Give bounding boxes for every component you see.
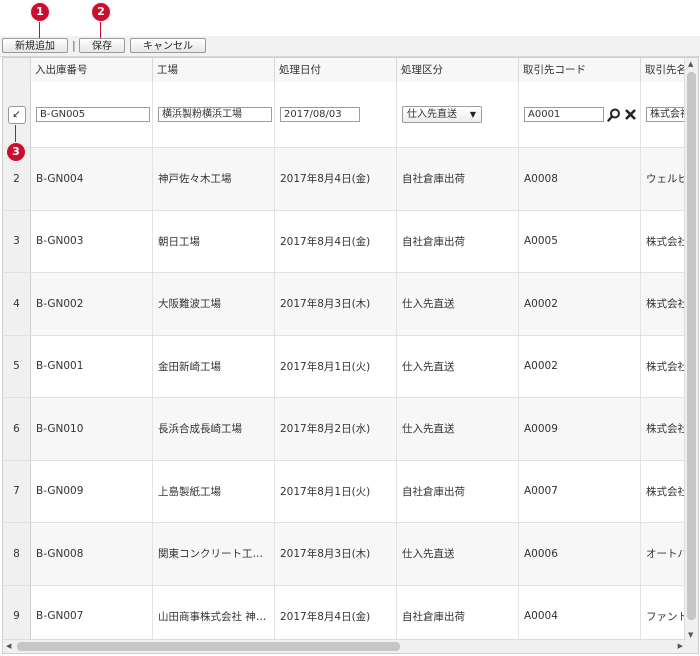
grid-header: 入出庫番号 工場 処理日付 処理区分 取引先コード 取引先名	[3, 58, 698, 83]
kubun-cell: 自社倉庫出荷	[397, 460, 519, 522]
row-number: 4	[3, 273, 31, 335]
date-cell: 2017年8月4日(金)	[275, 148, 397, 210]
code-cell: A0007	[519, 460, 641, 522]
row-number: 7	[3, 460, 31, 522]
factory-cell: 金田新崎工場	[153, 335, 275, 397]
chevron-down-icon: ▼	[469, 110, 476, 119]
number-cell: B-GN010	[31, 398, 153, 460]
kubun-select[interactable]: 仕入先直送 ▼	[402, 106, 482, 123]
date-cell: 2017年8月4日(金)	[275, 585, 397, 647]
table-row[interactable]: 4 B-GN002 大阪難波工場 2017年8月3日(木) 仕入先直送 A0002 株式会社	[3, 273, 698, 336]
edit-code-cell: A0001	[519, 82, 641, 147]
toolbar: 新規追加 | 保存 キャンセル	[0, 36, 700, 57]
code-cell: A0006	[519, 523, 641, 585]
factory-cell: 神戸佐々木工場	[153, 148, 275, 210]
row-number: 6	[3, 398, 31, 460]
number-cell: B-GN008	[31, 523, 153, 585]
factory-cell: 長浜合成長崎工場	[153, 398, 275, 460]
edit-row: ↙ B-GN005 横浜製粉横浜工場 2017/08/03 仕入先直送 ▼ A0…	[3, 82, 698, 148]
factory-cell: 関東コンクリート工…	[153, 523, 275, 585]
row-number: 9	[3, 585, 31, 647]
edit-kubun-cell: 仕入先直送 ▼	[397, 82, 519, 147]
row-number: 8	[3, 523, 31, 585]
date-cell: 2017年8月3日(木)	[275, 523, 397, 585]
factory-cell: 朝日工場	[153, 210, 275, 272]
number-input[interactable]: B-GN005	[36, 107, 150, 122]
callout-1: 1	[30, 2, 50, 22]
edit-factory-cell: 横浜製粉横浜工場	[153, 82, 275, 147]
horizontal-scrollbar[interactable]: ◀ ▶	[3, 639, 686, 653]
table-row[interactable]: 5 B-GN001 金田新崎工場 2017年8月1日(火) 仕入先直送 A0002 株式会社	[3, 335, 698, 398]
factory-cell: 上島製紙工場	[153, 460, 275, 522]
table-row[interactable]: 8 B-GN008 関東コンクリート工… 2017年8月3日(木) 仕入先直送 A0006…	[3, 523, 698, 586]
table-row[interactable]: 2 B-GN004 神戸佐々木工場 2017年8月4日(金) 自社倉庫出荷 A0008 ウェ…	[3, 148, 698, 211]
kubun-select-value: 仕入先直送	[407, 109, 457, 120]
scroll-left-icon[interactable]: ◀	[6, 642, 11, 650]
date-cell: 2017年8月1日(火)	[275, 335, 397, 397]
edit-number-cell: B-GN005	[31, 82, 153, 147]
header-date[interactable]: 処理日付	[275, 58, 397, 82]
data-grid: 入出庫番号 工場 処理日付 処理区分 取引先コード 取引先名 ↙ B-GN005…	[2, 57, 699, 654]
callout-1-line	[39, 22, 40, 38]
callout-3: 3	[6, 142, 26, 162]
scroll-up-icon[interactable]: ▲	[688, 60, 693, 68]
header-number[interactable]: 入出庫番号	[31, 58, 153, 82]
search-icon[interactable]	[607, 108, 621, 122]
kubun-cell: 仕入先直送	[397, 335, 519, 397]
row-number: 5	[3, 335, 31, 397]
date-cell: 2017年8月3日(木)	[275, 273, 397, 335]
callout-2-line	[100, 22, 101, 38]
header-factory[interactable]: 工場	[153, 58, 275, 82]
table-row[interactable]: 6 B-GN010 長浜合成長崎工場 2017年8月2日(水) 仕入先直送 A0009 株式…	[3, 398, 698, 461]
code-cell: A0002	[519, 273, 641, 335]
factory-cell: 大阪難波工場	[153, 273, 275, 335]
code-input[interactable]: A0001	[524, 107, 604, 122]
row-number: 3	[3, 210, 31, 272]
number-cell: B-GN009	[31, 460, 153, 522]
header-kubun[interactable]: 処理区分	[397, 58, 519, 82]
kubun-cell: 自社倉庫出荷	[397, 585, 519, 647]
callout-2: 2	[91, 2, 111, 22]
scroll-down-icon[interactable]: ▼	[688, 631, 693, 639]
kubun-cell: 自社倉庫出荷	[397, 210, 519, 272]
code-cell: A0005	[519, 210, 641, 272]
table-row[interactable]: 7 B-GN009 上島製紙工場 2017年8月1日(火) 自社倉庫出荷 A0007 株式会…	[3, 460, 698, 523]
code-cell: A0004	[519, 585, 641, 647]
kubun-cell: 仕入先直送	[397, 523, 519, 585]
kubun-cell: 仕入先直送	[397, 398, 519, 460]
edit-row-icon[interactable]: ↙	[7, 105, 26, 124]
number-cell: B-GN007	[31, 585, 153, 647]
edit-date-cell: 2017/08/03	[275, 82, 397, 147]
cancel-button[interactable]: キャンセル	[130, 38, 206, 53]
date-cell: 2017年8月1日(火)	[275, 460, 397, 522]
header-code[interactable]: 取引先コード	[519, 58, 641, 82]
date-cell: 2017年8月4日(金)	[275, 210, 397, 272]
callout-3-line	[15, 125, 16, 142]
code-cell: A0002	[519, 335, 641, 397]
close-icon[interactable]	[624, 108, 637, 121]
toolbar-separator: |	[72, 39, 76, 52]
code-cell: A0009	[519, 398, 641, 460]
header-rownum	[3, 58, 31, 82]
number-cell: B-GN002	[31, 273, 153, 335]
vertical-scrollbar[interactable]: ▲ ▼	[684, 58, 698, 641]
horizontal-scroll-thumb[interactable]	[17, 642, 400, 651]
kubun-cell: 自社倉庫出荷	[397, 148, 519, 210]
factory-input[interactable]: 横浜製粉横浜工場	[158, 107, 272, 122]
factory-cell: 山田商事株式会社 神…	[153, 585, 275, 647]
number-cell: B-GN003	[31, 210, 153, 272]
number-cell: B-GN001	[31, 335, 153, 397]
row-indicator-cell: ↙	[3, 82, 31, 147]
number-cell: B-GN004	[31, 148, 153, 210]
date-input[interactable]: 2017/08/03	[280, 107, 360, 122]
code-cell: A0008	[519, 148, 641, 210]
date-cell: 2017年8月2日(水)	[275, 398, 397, 460]
vertical-scroll-thumb[interactable]	[687, 72, 696, 620]
new-button[interactable]: 新規追加	[2, 38, 68, 53]
scroll-corner	[685, 640, 698, 653]
kubun-cell: 仕入先直送	[397, 273, 519, 335]
save-button[interactable]: 保存	[79, 38, 125, 53]
table-row[interactable]: 3 B-GN003 朝日工場 2017年8月4日(金) 自社倉庫出荷 A0005 株式会社	[3, 210, 698, 273]
scroll-right-icon[interactable]: ▶	[678, 642, 683, 650]
